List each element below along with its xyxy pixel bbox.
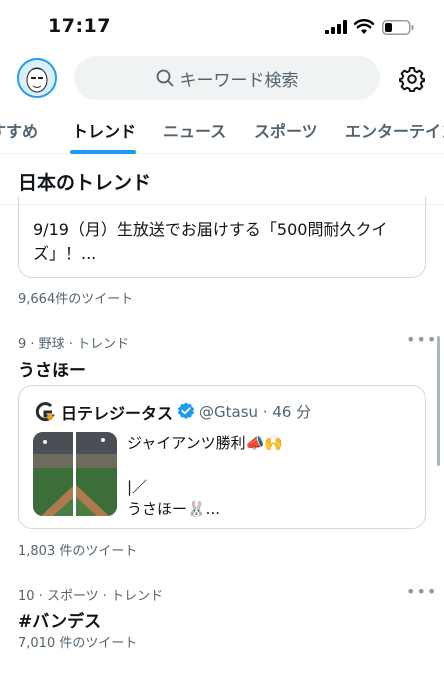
scrollbar[interactable] <box>437 336 440 466</box>
channel-logo-icon <box>35 402 55 422</box>
more-options-icon[interactable]: ••• <box>406 582 437 601</box>
trend-preview-text-line1: 9/19（月）生放送でお届けする「500問耐久クイ <box>33 220 388 239</box>
trend-meta: 9 · 野球 · トレンド <box>18 337 130 352</box>
settings-gear-icon[interactable] <box>399 66 425 92</box>
baseball-stadium-image <box>33 432 117 516</box>
tab-entertainment[interactable]: エンターテイン <box>345 118 444 142</box>
tab-for-you[interactable]: すすめ <box>0 118 38 142</box>
trend-tweet-count: 1,803 件のツイート <box>18 544 138 559</box>
tweet-text: ジャイアンツ勝利📣🙌 |／ うさほー🐰... <box>127 434 284 518</box>
header: キーワード検索 <box>0 52 444 104</box>
explore-tabs: すすめ トレンド ニュース スポーツ エンターテイン <box>0 108 444 154</box>
trend-preview-text: 9/19（月）生放送でお届けする「500問耐久クイ ズ」！... <box>33 218 413 266</box>
embedded-tweet-card[interactable]: 日テレジータス @Gtasu · 46 分 ジャイアンツ勝利📣🙌 |／ うさほー… <box>18 385 426 529</box>
trend-preview-card[interactable]: 9/19（月）生放送でお届けする「500問耐久クイ ズ」！... <box>18 196 426 278</box>
wifi-icon <box>354 19 374 34</box>
search-placeholder: キーワード検索 <box>179 70 299 91</box>
section-title: 日本のトレンド <box>18 172 152 194</box>
trend-tweet-count: 9,664件のツイート <box>18 292 134 307</box>
trend-name[interactable]: うさほー <box>18 356 86 381</box>
trend-name[interactable]: #バンデス <box>18 607 101 632</box>
search-icon <box>156 69 173 87</box>
more-options-icon[interactable]: ••• <box>406 330 437 349</box>
tweet-media-thumbnail[interactable] <box>33 432 117 516</box>
status-bar: 17:17 <box>0 0 444 52</box>
battery-icon <box>382 20 414 35</box>
tweet-handle-time: @Gtasu · 46 分 <box>199 403 312 421</box>
trend-tweet-count: 7,010 件のツイート <box>18 636 138 651</box>
tab-sports[interactable]: スポーツ <box>254 118 318 142</box>
tab-trending[interactable]: トレンド <box>72 118 136 142</box>
avatar-face-icon <box>19 60 55 96</box>
tab-news[interactable]: ニュース <box>163 118 226 142</box>
profile-avatar[interactable] <box>17 58 57 98</box>
trend-preview-text-line2: ズ」！... <box>33 244 97 263</box>
active-tab-indicator <box>70 150 136 154</box>
tweet-account-name: 日テレジータス <box>61 404 174 423</box>
trend-meta: 10 · スポーツ · トレンド <box>18 589 164 604</box>
verified-badge-icon <box>177 402 195 420</box>
cellular-signal-icon <box>325 20 347 34</box>
search-input[interactable]: キーワード検索 <box>74 56 380 100</box>
status-time: 17:17 <box>48 15 111 37</box>
